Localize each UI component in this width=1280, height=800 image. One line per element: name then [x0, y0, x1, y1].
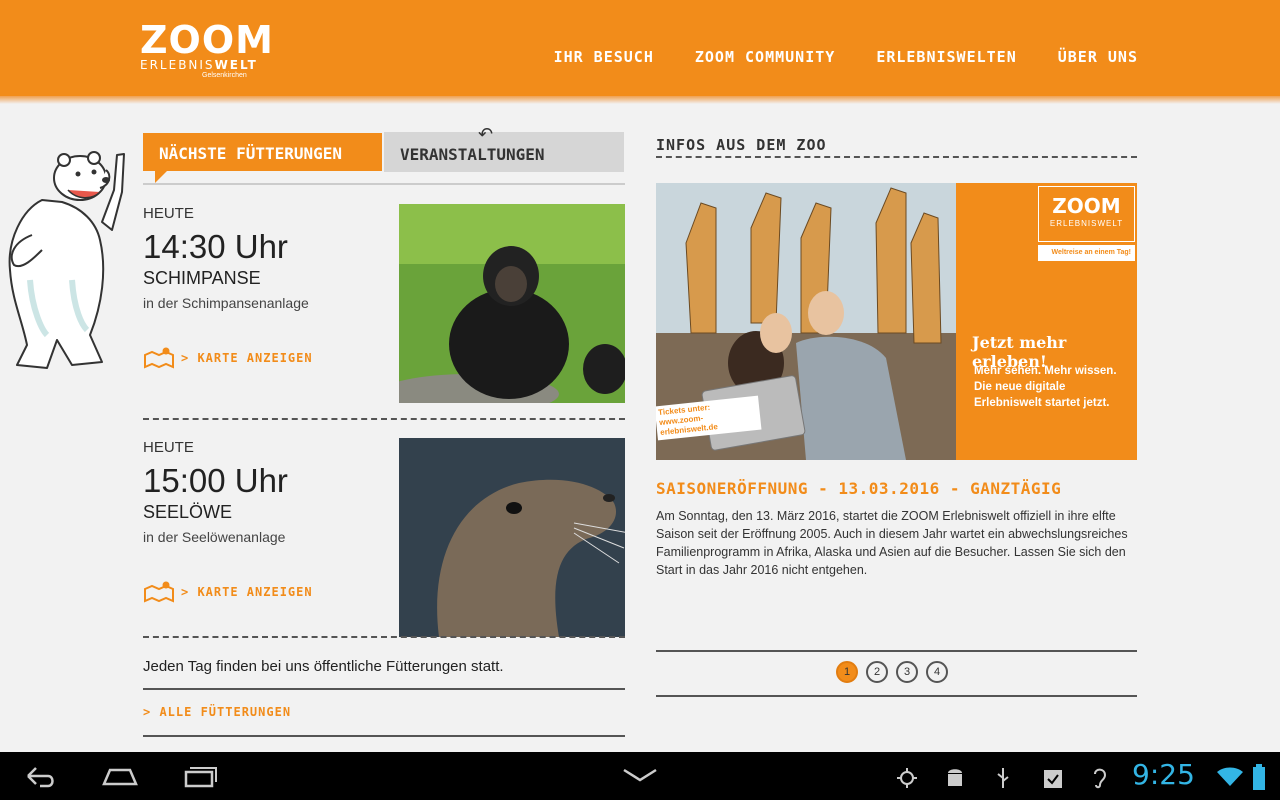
banner-logo: ZOOM ERLEBNISWELT [1038, 186, 1135, 242]
tab-notch [155, 171, 167, 183]
tab-veranstaltungen[interactable]: VERANSTALTUNGEN [384, 132, 624, 172]
header-shadow [0, 96, 1280, 104]
clipboard-check-icon [1044, 770, 1062, 788]
pager-page-1[interactable]: 1 [836, 661, 858, 683]
tab-label: NÄCHSTE FÜTTERUNGEN [159, 144, 343, 163]
all-feedings-link[interactable]: > ALLE FÜTTERUNGEN [143, 705, 291, 719]
tab-label: VERANSTALTUNGEN [400, 145, 545, 164]
show-map-link[interactable]: > KARTE ANZEIGEN [143, 347, 313, 369]
recents-icon[interactable] [180, 762, 220, 790]
status-clock: 9:25 [1132, 758, 1195, 791]
logo-city: Gelsenkirchen [202, 72, 247, 79]
system-navigation-bar [0, 752, 1280, 800]
map-icon [144, 581, 174, 603]
divider [143, 418, 625, 420]
promo-banner[interactable]: ZOOM ERLEBNISWELT Weltreise an einem Tag… [656, 183, 1137, 460]
tab-naechste-fuetterungen[interactable]: NÄCHSTE FÜTTERUNGEN [143, 133, 382, 183]
main-nav: IHR BESUCH ZOOM COMMUNITY ERLEBNISWELTEN… [554, 48, 1138, 66]
keyboard-hide-icon[interactable] [620, 762, 660, 790]
nav-erlebniswelten[interactable]: ERLEBNISWELTEN [876, 48, 1016, 66]
nav-ueber-uns[interactable]: ÜBER UNS [1058, 48, 1138, 66]
feeding-entry: HEUTE 14:30 Uhr SCHIMPANSE in der Schimp… [143, 204, 625, 403]
divider [656, 695, 1137, 697]
divider [143, 636, 625, 638]
tab-underline [143, 183, 625, 185]
map-icon [144, 347, 174, 369]
android-debug-icon [948, 769, 962, 786]
usb-icon [997, 768, 1009, 788]
nav-ihr-besuch[interactable]: IHR BESUCH [554, 48, 654, 66]
nav-zoom-community[interactable]: ZOOM COMMUNITY [695, 48, 835, 66]
banner-logo-wordmark: ZOOM [1052, 194, 1121, 218]
daily-feedings-note: Jeden Tag finden bei uns öffentliche Füt… [143, 658, 504, 675]
banner-tagline: Weltreise an einem Tag! [1038, 245, 1135, 261]
logo-subtitle: ERLEBNISWELT [140, 58, 258, 72]
battery-icon [1253, 764, 1265, 790]
banner-orange-panel: ZOOM ERLEBNISWELT Weltreise an einem Tag… [956, 183, 1137, 460]
divider [656, 650, 1137, 652]
news-body: Am Sonntag, den 13. März 2016, startet d… [656, 509, 1128, 577]
show-map-link[interactable]: > KARTE ANZEIGEN [143, 581, 313, 603]
divider [143, 735, 625, 737]
show-map-label: > KARTE ANZEIGEN [181, 351, 313, 365]
curved-arrow-icon: ↶ [478, 124, 494, 144]
logo-wordmark: ZOOM [140, 18, 274, 62]
pager-page-2[interactable]: 2 [866, 661, 888, 683]
chimpanzee-photo [399, 204, 625, 403]
home-icon[interactable] [100, 762, 140, 790]
banner-copy: Mehr sehen. Mehr wissen. Die neue digita… [974, 365, 1117, 409]
pager-page-4[interactable]: 4 [926, 661, 948, 683]
top-header: ZOOM ERLEBNISWELT Gelsenkirchen IHR BESU… [0, 0, 1280, 104]
zoom-logo[interactable]: ZOOM ERLEBNISWELT Gelsenkirchen [140, 18, 274, 80]
polar-bear-mascot-illustration [8, 151, 125, 369]
back-icon[interactable] [22, 762, 58, 790]
news-title[interactable]: SAISONERÖFFNUNG - 13.03.2016 - GANZTÄGIG [656, 479, 1061, 498]
news-pager: 1 2 3 4 [836, 661, 948, 683]
banner-logo-subtitle: ERLEBNISWELT [1049, 219, 1124, 228]
divider [656, 156, 1137, 158]
pager-page-3[interactable]: 3 [896, 661, 918, 683]
gps-icon [897, 768, 917, 788]
wifi-icon [1217, 767, 1243, 786]
divider [143, 688, 625, 690]
show-map-label: > KARTE ANZEIGEN [181, 585, 313, 599]
section-title: INFOS AUS DEM ZOO [656, 136, 827, 154]
sea-lion-photo [399, 438, 625, 637]
feeding-entry: HEUTE 15:00 Uhr SEELÖWE in der Seelöwena… [143, 438, 625, 637]
hearing-icon [1094, 768, 1107, 789]
